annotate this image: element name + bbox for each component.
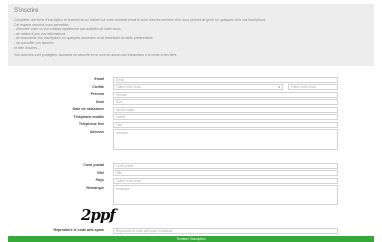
country-select[interactable]: Faites votre choix	[113, 177, 338, 184]
landline-field[interactable]: Fixe	[113, 121, 338, 128]
civilite-label: Civilité	[92, 84, 104, 89]
mobile-field[interactable]: mobile	[113, 114, 338, 120]
row-civilite: Civilité Faites votre choix ▾ Faites vot…	[8, 84, 374, 91]
registration-form: Email Email Civilité Faites votre choix …	[8, 73, 374, 241]
row-ville: Ville Ville	[8, 170, 374, 177]
birthdate-field[interactable]: dd-mm-aaaa	[113, 106, 338, 113]
prenom-field[interactable]: Prénom	[113, 91, 338, 98]
captcha-image: 2ppf	[81, 206, 116, 224]
email-field[interactable]: Email	[113, 76, 338, 83]
submit-button[interactable]: Terminer l'inscription	[8, 236, 374, 242]
civilite-value: Faites votre choix	[116, 85, 141, 89]
row-cp: Code postal Code postal	[8, 162, 374, 169]
intro-panel: S'inscrire Compléter une fiche d'inscrip…	[8, 4, 374, 66]
email-label: Email	[94, 77, 104, 81]
civilite-value-2: Faites votre choix	[291, 85, 316, 89]
row-naissance: Date de naissance dd-mm-aaaa	[8, 106, 374, 113]
row-nom: Nom Nom	[8, 99, 374, 106]
row-fixe: Téléphone fixe Fixe	[8, 121, 374, 128]
naissance-label: Date de naissance	[72, 107, 104, 111]
address-textarea[interactable]: Adresse	[113, 129, 338, 150]
remark-textarea[interactable]: remarque	[113, 185, 338, 205]
civilite-select[interactable]: Faites votre choix ▾	[113, 84, 283, 90]
row-email: Email Email	[8, 76, 374, 83]
fixe-label: Téléphone fixe	[78, 122, 104, 126]
intro-privacy: Vos données sont protégées, stockées en …	[14, 52, 178, 57]
mobile-label: Téléphone mobile	[73, 114, 104, 119]
prenom-label: Prénom	[90, 92, 104, 96]
postal-code-field[interactable]: Code postal	[113, 162, 338, 169]
pays-label: Pays	[95, 178, 104, 182]
adresse-label: Adresse	[89, 129, 104, 134]
cp-label: Code postal	[83, 163, 104, 167]
ville-label: Ville	[96, 170, 104, 175]
row-pays: Pays Faites votre choix	[8, 177, 374, 184]
captcha-code-label: Reproduire le code anti-spam	[53, 228, 104, 232]
intro-line: et bien d'autres...	[14, 45, 40, 50]
civilite-select-2[interactable]: Faites votre choix	[288, 84, 338, 90]
remarque-label: Remarque	[86, 185, 104, 190]
city-field[interactable]: Ville	[113, 170, 338, 176]
nom-label: Nom	[96, 99, 104, 104]
row-mobile: Téléphone mobile mobile	[8, 114, 374, 121]
nom-field[interactable]: Nom	[113, 99, 338, 105]
row-captcha-code: Reproduire le code anti-spam Reproduire …	[8, 227, 374, 234]
chevron-down-icon: ▾	[278, 85, 280, 89]
intro-title: S'inscrire	[14, 8, 39, 14]
row-prenom: Prénom Prénom	[8, 91, 374, 98]
captcha-code-field[interactable]: Reproduire le code anti-spam ci-dessus	[113, 227, 338, 234]
